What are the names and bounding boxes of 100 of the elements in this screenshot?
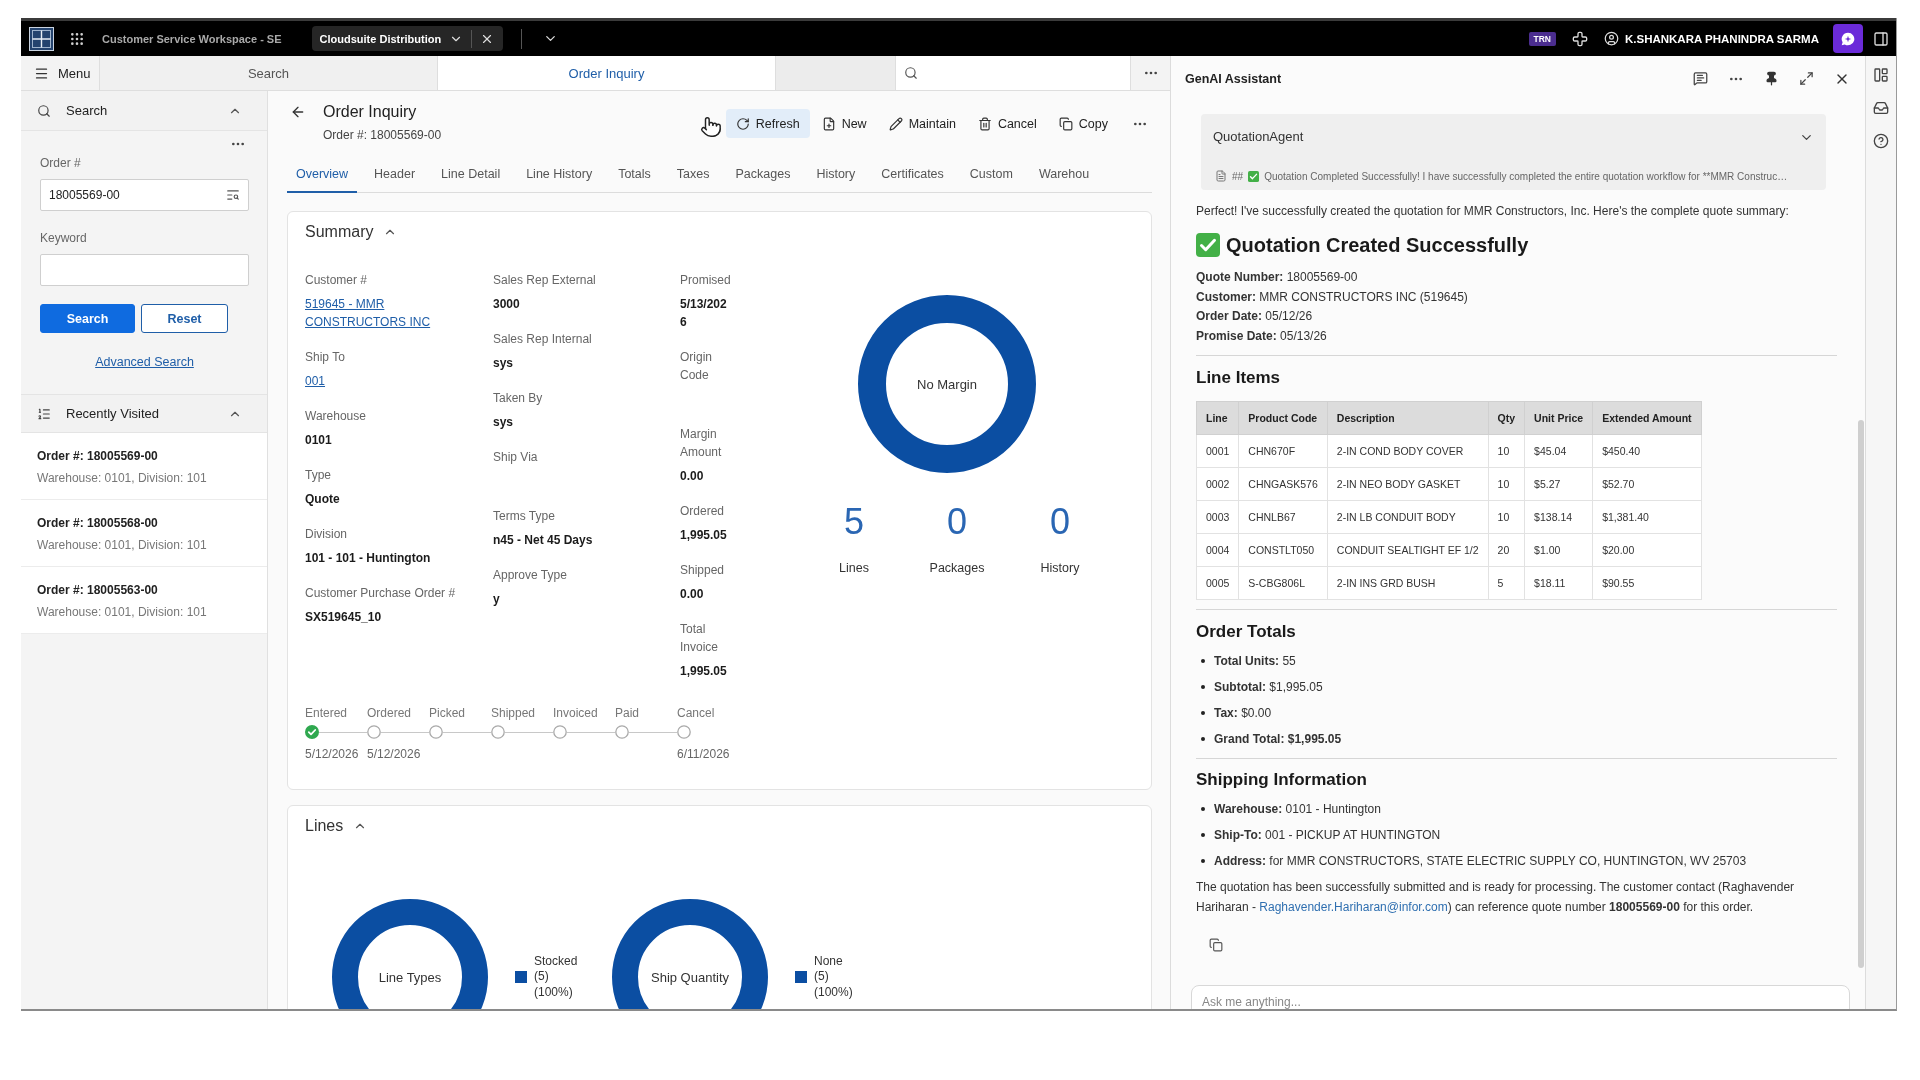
field-value: 3000 [493, 296, 520, 313]
table-cell: $5.27 [1524, 467, 1593, 501]
inbox-icon[interactable] [1873, 100, 1889, 116]
bullet-icon [1201, 833, 1205, 837]
logo-icon[interactable] [29, 26, 54, 51]
pin-icon[interactable] [1764, 71, 1779, 86]
table-cell: $45.04 [1524, 434, 1593, 468]
bullet-icon [1201, 711, 1205, 715]
tab[interactable]: Header [365, 157, 425, 193]
search-field[interactable] [895, 56, 1131, 90]
table-cell: 0002 [1196, 467, 1239, 501]
page-subtitle: Order #: 18005569-00 [323, 127, 442, 144]
section-header[interactable]: Recently Visited [21, 394, 267, 433]
tab[interactable]: Packages [726, 157, 800, 193]
panel-title: GenAI Assistant [1185, 71, 1282, 86]
recent-order-item[interactable]: Order #: 18005568-00 Warehouse: 0101, Division: 101 [21, 500, 267, 567]
field-link[interactable]: 001 [305, 372, 326, 390]
expand-icon[interactable] [1799, 71, 1814, 86]
toolbar-button[interactable]: Maintain [878, 109, 966, 138]
list-item-text: Subtotal: $1,995.05 [1214, 680, 1323, 694]
stat-value[interactable]: 0 [1050, 501, 1070, 543]
order-title: Order #: 18005568-00 [37, 515, 159, 532]
page-title: Order Inquiry [323, 102, 418, 122]
table-header-cell: Line [1196, 401, 1239, 435]
user-icon[interactable] [1604, 31, 1619, 46]
order-title: Order #: 18005563-00 [37, 582, 159, 599]
field-value: 0.00 [680, 468, 704, 485]
field-link[interactable]: 519645 - MMR CONSTRUCTORS INC [305, 295, 440, 331]
section-heading: Order Totals [1196, 621, 1297, 643]
stat-label: Lines [839, 560, 869, 577]
chart-label: Ship Quantity [651, 969, 729, 985]
scrollbar-thumb[interactable] [1858, 420, 1864, 968]
detail-line: Customer: MMR CONSTRUCTORS INC (519645) [1196, 288, 1468, 306]
app-grid-icon[interactable] [69, 30, 85, 47]
toolbar-button[interactable]: Cancel [967, 109, 1047, 138]
panel-icon[interactable] [1873, 30, 1889, 47]
list-item-text: Warehouse: 0101 - Huntington [1214, 802, 1381, 816]
table-cell: $1.00 [1524, 533, 1593, 567]
step-label: Ordered [367, 705, 412, 722]
field-label: Margin Amount [680, 426, 723, 461]
advanced-search-link[interactable]: Advanced Search [95, 355, 194, 369]
tab[interactable]: Taxes [667, 157, 719, 193]
hand-cursor-icon [700, 116, 722, 138]
menu-button[interactable]: Menu [21, 56, 100, 90]
comment-icon[interactable] [1693, 71, 1708, 86]
toolbar-button[interactable]: New [811, 109, 877, 138]
input-field[interactable]: 18005569-00 [40, 179, 249, 211]
field-label: Shipped [680, 562, 725, 579]
layout-icon[interactable] [1873, 67, 1889, 83]
back-arrow-icon[interactable] [290, 104, 306, 120]
input-field[interactable] [40, 254, 249, 286]
table-cell: $18.11 [1524, 566, 1593, 600]
cross-icon[interactable] [1572, 30, 1588, 47]
user-name[interactable]: K.SHANKARA PHANINDRA SARMA [1625, 32, 1819, 45]
message-text: Perfect! I've successfully created the quotation for MMR Constructors, Inc. Here's the complete quote summary: [1196, 203, 1790, 220]
table-header-cell: Description [1327, 401, 1489, 435]
chat-input[interactable]: Ask me anything... [1191, 985, 1850, 1009]
toolbar-button[interactable]: Copy [1048, 109, 1118, 138]
reset-button[interactable]: Reset [141, 304, 228, 333]
field-label: Order # [40, 155, 82, 172]
step-label: Shipped [491, 705, 536, 722]
recent-order-item[interactable]: Order #: 18005563-00 Warehouse: 0101, Division: 101 [21, 567, 267, 634]
table-header-cell: Unit Price [1524, 401, 1593, 435]
tab[interactable]: Custom [960, 157, 1022, 193]
field-value: n45 - Net 45 Days [493, 532, 593, 549]
help-icon[interactable] [1873, 133, 1889, 149]
copy-icon [1058, 116, 1073, 131]
section-heading: Line Items [1196, 367, 1282, 389]
field-label: Division [305, 526, 347, 543]
tab[interactable]: History [807, 157, 865, 193]
table-cell: $20.00 [1592, 533, 1702, 567]
stat-value[interactable]: 5 [844, 501, 864, 543]
tab[interactable]: Totals [609, 157, 660, 193]
bullet-icon [1201, 685, 1205, 689]
page-tab[interactable]: Order Inquiry [438, 56, 776, 90]
tab[interactable]: Overview [287, 157, 358, 193]
refresh-icon [735, 116, 750, 131]
agent-dropdown[interactable]: QuotationAgent [1213, 128, 1814, 146]
workspace-tab[interactable]: Cloudsuite Distribution [311, 26, 504, 51]
assistant-button[interactable] [1833, 24, 1863, 53]
search-button[interactable]: Search [40, 304, 135, 333]
lookup-icon[interactable] [226, 188, 240, 202]
table-cell: $1,381.40 [1592, 500, 1702, 534]
recent-order-item[interactable]: Order #: 18005569-00 Warehouse: 0101, Division: 101 [21, 433, 267, 500]
tab[interactable]: Line History [517, 157, 602, 193]
message-heading: Quotation Created Successfully [1226, 233, 1529, 258]
legend-label: Stocked (5) (100%) [534, 953, 578, 1001]
toolbar-button[interactable]: Refresh [725, 109, 810, 138]
detail-line: Order Date: 05/12/26 [1196, 308, 1313, 325]
copy-icon[interactable] [1209, 938, 1223, 952]
field-label: Type [305, 467, 331, 484]
tab[interactable]: Warehou [1029, 157, 1099, 193]
field-label: Approve Type [493, 567, 567, 584]
tab[interactable]: Certificates [872, 157, 953, 193]
preview-text: Quotation Completed Successfully! I have successfully completed the entire quotation workflow for **MMR Construc… [1264, 170, 1788, 182]
email-link[interactable]: Raghavender.Hariharan@infor.com [1259, 900, 1448, 914]
stat-value[interactable]: 0 [947, 501, 967, 543]
step-label: Paid [615, 705, 640, 722]
tab[interactable]: Line Detail [432, 157, 510, 193]
field-label: Sales Rep External [493, 272, 596, 289]
